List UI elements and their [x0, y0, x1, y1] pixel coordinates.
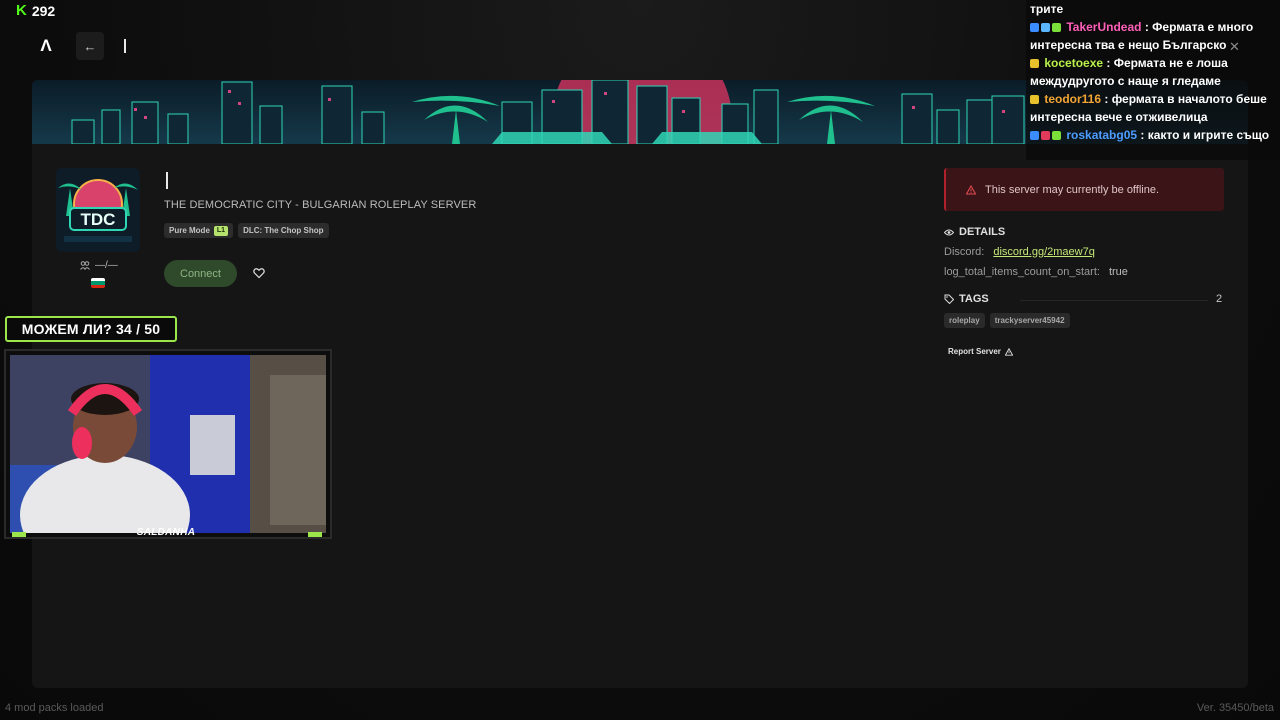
chat-badge-icon — [1030, 95, 1039, 104]
webcam-corner-accent — [12, 532, 26, 537]
chat-message: трите — [1030, 0, 1276, 18]
tags-title-text: TAGS — [959, 293, 989, 305]
detail-row-discord: Discord: discord.gg/2maew7q — [944, 246, 1095, 258]
stream-goal-text: МОЖЕМ ЛИ? 34 / 50 — [21, 321, 161, 337]
back-button[interactable]: ← — [76, 32, 104, 60]
streamer-name-label: SALDANHA — [136, 527, 196, 538]
tag-trackyserver[interactable]: trackyserver45942 — [989, 313, 1070, 328]
chat-badge-icon — [1041, 23, 1050, 32]
chat-username[interactable]: TakerUndead — [1066, 20, 1141, 34]
viewer-count: K 292 — [16, 2, 55, 19]
top-nav: Λ ← — [32, 32, 126, 60]
tags-divider — [1020, 300, 1208, 301]
badge-pure-mode-label: Pure Mode — [169, 226, 210, 235]
tags-count: 2 — [1216, 293, 1223, 305]
chat-badge-icon — [1030, 131, 1039, 140]
stream-chat-overlay: трите TakerUndead : Фермата е много инте… — [1026, 0, 1280, 160]
server-name-cursor — [166, 172, 168, 189]
players-icon — [80, 261, 90, 270]
discord-link[interactable]: discord.gg/2maew7q — [993, 246, 1095, 258]
chat-message: roskatabg05 : както и игрите също — [1030, 126, 1276, 144]
tag-roleplay[interactable]: roleplay — [944, 313, 985, 328]
eye-icon — [944, 229, 954, 235]
chat-message-text: : както и игрите също — [1137, 128, 1270, 142]
offline-alert: This server may currently be offline. — [944, 168, 1224, 211]
chat-badge-icon — [1030, 59, 1039, 68]
offline-alert-text: This server may currently be offline. — [985, 183, 1160, 196]
viewer-count-value: 292 — [31, 2, 56, 19]
stream-goal-banner: МОЖЕМ ЛИ? 34 / 50 — [5, 316, 177, 342]
chat-message: kocetoexe : Фермата не е лоша междудруго… — [1030, 54, 1276, 90]
server-logo-image: TDC — [56, 168, 140, 252]
chat-badge-icon — [1052, 131, 1061, 140]
chat-badge-icon — [1030, 23, 1039, 32]
text-cursor — [124, 39, 126, 53]
connect-button[interactable]: Connect — [164, 260, 237, 287]
badge-dlc: DLC: The Chop Shop — [238, 223, 329, 238]
report-server-button[interactable]: Report Server — [948, 347, 1013, 356]
player-count: —/— — [80, 260, 118, 271]
badge-level: L1 — [213, 225, 229, 236]
app-root: K 292 Λ ← TDC —/— THE DEMOCRATIC CITY - … — [0, 0, 1280, 720]
detail-key: log_total_items_count_on_start: — [944, 266, 1100, 278]
server-description: THE DEMOCRATIC CITY - BULGARIAN ROLEPLAY… — [164, 199, 477, 211]
server-logo-text: TDC — [81, 210, 116, 229]
details-section-title: DETAILS — [944, 226, 1005, 238]
badge-dlc-label: DLC: The Chop Shop — [243, 226, 324, 235]
server-badges: Pure Mode L1 DLC: The Chop Shop — [164, 223, 329, 238]
warning-icon — [966, 184, 976, 195]
webcam-corner-accent — [308, 532, 322, 537]
webcam-feed-image — [10, 355, 326, 533]
app-logo-icon[interactable]: Λ — [32, 32, 60, 60]
tag-icon — [944, 294, 954, 304]
chat-message-text: трите — [1030, 2, 1064, 16]
webcam-video — [10, 355, 326, 533]
badge-pure-mode: Pure Mode L1 — [164, 223, 234, 238]
chat-username[interactable]: roskatabg05 — [1066, 128, 1137, 142]
chat-message-text: : Фермата е много интересна тва е нещо Б… — [1030, 20, 1254, 52]
chat-username[interactable]: teodor116 — [1044, 92, 1101, 106]
chat-badge-icon — [1041, 131, 1050, 140]
tag-list: roleplay trackyserver45942 — [944, 313, 1070, 328]
webcam-frame — [4, 349, 332, 539]
chat-badge-icon — [1052, 23, 1061, 32]
chat-message: teodor116 : фермата в началото беше инте… — [1030, 90, 1276, 126]
server-logo: TDC — [56, 168, 140, 252]
player-count-value: —/— — [95, 260, 118, 271]
report-warning-icon — [1004, 347, 1013, 356]
close-icon[interactable]: ✕ — [1229, 39, 1240, 55]
kick-logo-icon: K — [16, 2, 27, 19]
detail-key: Discord: — [944, 246, 985, 258]
tags-section-title: TAGS — [944, 293, 989, 305]
detail-row-log: log_total_items_count_on_start: true — [944, 266, 1128, 278]
version-label: Ver. 35450/beta — [1196, 702, 1274, 714]
bulgaria-flag-icon — [91, 278, 105, 288]
favorite-heart-icon[interactable] — [253, 267, 265, 279]
chat-username[interactable]: kocetoexe — [1044, 56, 1103, 70]
report-server-label: Report Server — [948, 347, 1001, 356]
details-title-text: DETAILS — [959, 226, 1006, 238]
detail-value: true — [1108, 266, 1128, 278]
mods-loaded-status: 4 mod packs loaded — [5, 702, 104, 714]
